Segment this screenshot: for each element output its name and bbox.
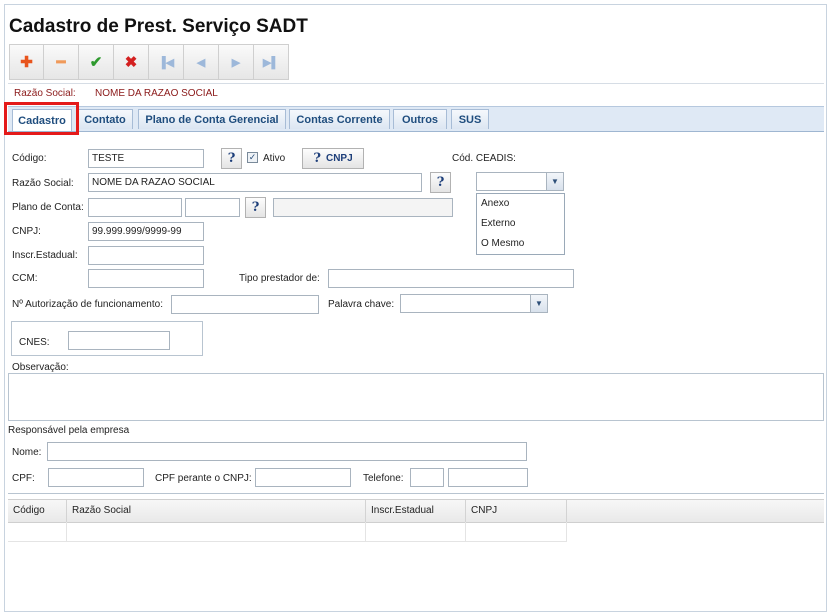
table-row[interactable] xyxy=(8,522,567,542)
grid-col-codigo[interactable]: Código xyxy=(8,500,67,522)
autorizacao-input[interactable] xyxy=(171,295,319,314)
tab-sus[interactable]: SUS xyxy=(451,109,489,129)
razao-input[interactable] xyxy=(88,173,422,192)
prev-icon: ◀ xyxy=(196,56,206,69)
resp-nome-label: Nome: xyxy=(12,447,42,458)
observacao-textarea[interactable] xyxy=(8,373,824,421)
ceadis-option-externo[interactable]: Externo xyxy=(477,214,564,234)
next-icon: ▶ xyxy=(231,56,241,69)
grid-col-razao-social[interactable]: Razão Social xyxy=(67,500,366,522)
question-icon: ? xyxy=(251,200,260,215)
last-icon: ▶▌ xyxy=(262,56,280,69)
codigo-label: Código: xyxy=(12,153,47,164)
ceadis-option-o-mesmo[interactable]: O Mesmo xyxy=(477,234,564,254)
tab-outros[interactable]: Outros xyxy=(393,109,447,129)
cnpj-lookup-button[interactable]: ? CNPJ xyxy=(302,148,364,169)
resp-cpf-cnpj-input[interactable] xyxy=(255,468,351,487)
question-icon: ? xyxy=(313,151,321,166)
razao-help-button[interactable]: ? xyxy=(430,172,451,193)
inscr-input[interactable] xyxy=(88,246,204,265)
plano-description-input xyxy=(273,198,453,217)
section-divider xyxy=(8,493,824,494)
resp-cpf-input[interactable] xyxy=(48,468,144,487)
cnpj-button-label: CNPJ xyxy=(325,153,353,164)
remove-button[interactable]: ━ xyxy=(44,44,79,80)
palavra-chave-label: Palavra chave: xyxy=(328,299,395,310)
cnpj-label: CNPJ: xyxy=(12,226,41,237)
grid-header: Código Razão Social Inscr.Estadual CNPJ xyxy=(8,499,824,523)
responsavel-section-label: Responsável pela empresa xyxy=(8,425,130,436)
autorizacao-label: Nº Autorização de funcionamento: xyxy=(12,299,163,310)
plano-label: Plano de Conta: xyxy=(12,202,84,213)
ceadis-option-anexo[interactable]: Anexo xyxy=(477,194,564,214)
palavra-chave-select[interactable]: ▼ xyxy=(400,294,548,313)
next-record-button[interactable]: ▶ xyxy=(219,44,254,80)
ceadis-label: Cód. CEADIS: xyxy=(452,153,516,164)
tipo-prestador-input[interactable] xyxy=(328,269,574,288)
codigo-input[interactable] xyxy=(88,149,204,168)
table-cell xyxy=(67,522,366,541)
table-cell xyxy=(8,522,67,541)
resp-cpf-label: CPF: xyxy=(12,473,35,484)
question-icon: ? xyxy=(436,175,445,190)
table-cell xyxy=(466,522,567,541)
tab-contas-corrente[interactable]: Contas Corrente xyxy=(289,109,390,129)
header-razao-value: NOME DA RAZAO SOCIAL xyxy=(95,88,218,99)
razao-label: Razão Social: xyxy=(12,178,74,189)
plus-icon: ✚ xyxy=(20,54,33,71)
ccm-label: CCM: xyxy=(12,273,38,284)
ativo-label: Ativo xyxy=(263,153,286,164)
plano-help-button[interactable]: ? xyxy=(245,197,266,218)
chevron-down-icon[interactable]: ▼ xyxy=(546,173,563,190)
cnes-label: CNES: xyxy=(19,337,50,348)
first-icon: ▐◀ xyxy=(157,56,175,69)
resp-telefone-ddd-input[interactable] xyxy=(410,468,444,487)
first-record-button[interactable]: ▐◀ xyxy=(149,44,184,80)
resp-telefone-label: Telefone: xyxy=(363,473,404,484)
prev-record-button[interactable]: ◀ xyxy=(184,44,219,80)
last-record-button[interactable]: ▶▌ xyxy=(254,44,289,80)
resp-cpf-cnpj-label: CPF perante o CNPJ: xyxy=(155,473,252,484)
add-button[interactable]: ✚ xyxy=(9,44,44,80)
resp-nome-input[interactable] xyxy=(47,442,527,461)
header-divider xyxy=(8,83,824,84)
confirm-button[interactable]: ✔ xyxy=(79,44,114,80)
ativo-checkbox[interactable]: ✓ xyxy=(247,152,258,163)
plano-subcode-input[interactable] xyxy=(185,198,240,217)
plano-code-input[interactable] xyxy=(88,198,182,217)
inscr-label: Inscr.Estadual: xyxy=(12,250,78,261)
question-icon: ? xyxy=(227,151,236,166)
check-icon: ✔ xyxy=(89,54,103,71)
cnpj-input[interactable] xyxy=(88,222,204,241)
header-razao-label: Razão Social: xyxy=(14,88,76,99)
resp-telefone-input[interactable] xyxy=(448,468,528,487)
codigo-help-button[interactable]: ? xyxy=(221,148,242,169)
observacao-label: Observação: xyxy=(12,362,69,373)
ceadis-select[interactable]: ▼ xyxy=(476,172,564,191)
tab-contato[interactable]: Contato xyxy=(77,109,133,129)
minus-icon: ━ xyxy=(56,54,66,71)
grid-col-cnpj[interactable]: CNPJ xyxy=(466,500,567,522)
tab-plano-conta-gerencial[interactable]: Plano de Conta Gerencial xyxy=(138,109,286,129)
highlight-box xyxy=(4,102,79,135)
tipo-prestador-label: Tipo prestador de: xyxy=(239,273,320,284)
grid-col-inscr-estadual[interactable]: Inscr.Estadual xyxy=(366,500,466,522)
close-icon: ✖ xyxy=(124,54,138,71)
ccm-input[interactable] xyxy=(88,269,204,288)
cancel-button[interactable]: ✖ xyxy=(114,44,149,80)
ceadis-dropdown: Anexo Externo O Mesmo xyxy=(476,193,565,255)
cnes-input[interactable] xyxy=(68,331,170,350)
table-cell xyxy=(366,522,466,541)
toolbar: ✚ ━ ✔ ✖ ▐◀ ◀ ▶ ▶▌ xyxy=(9,44,289,80)
chevron-down-icon[interactable]: ▼ xyxy=(530,295,547,312)
page-title: Cadastro de Prest. Serviço SADT xyxy=(9,16,308,37)
